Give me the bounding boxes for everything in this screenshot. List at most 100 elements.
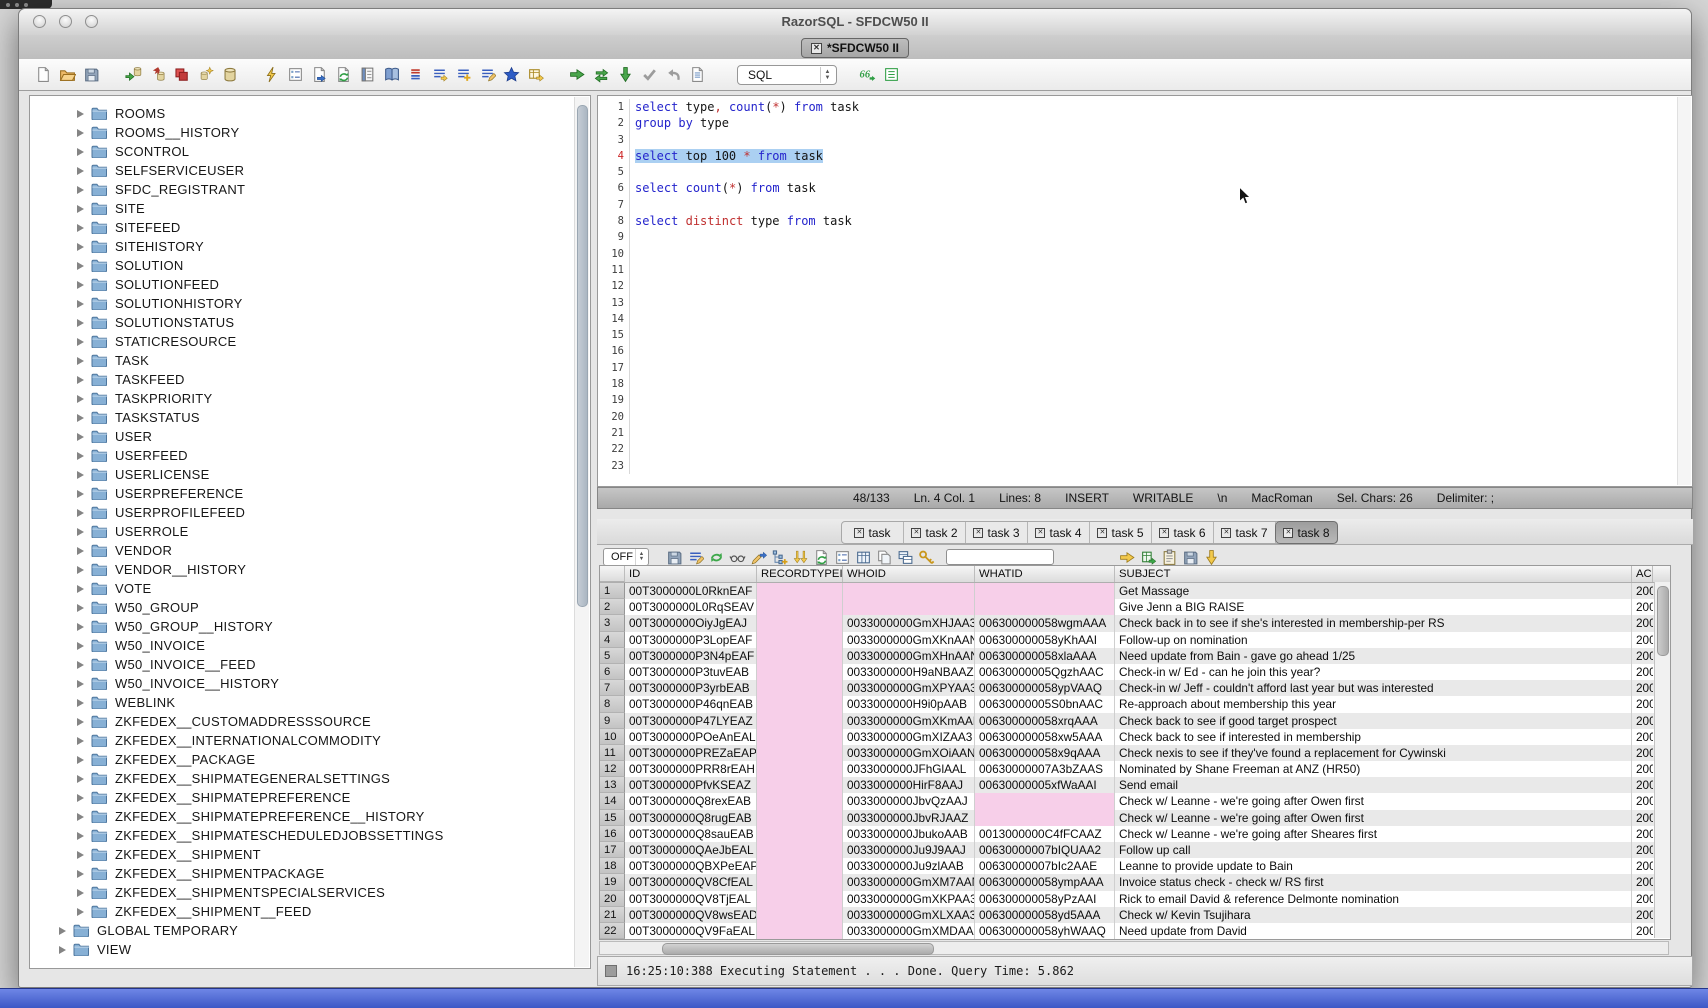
- grid-cell[interactable]: 0033000000GmXKPAA3: [843, 891, 975, 907]
- tree-item-table[interactable]: SOLUTIONFEED: [30, 275, 590, 294]
- sort-gold-icon[interactable]: [791, 548, 810, 567]
- tree-item-table[interactable]: W50_GROUP: [30, 598, 590, 617]
- grid-cell[interactable]: 00T3000000QV8wsEAD: [625, 907, 757, 923]
- table-row[interactable]: 1300T3000000PfvKSEAZ0033000000HirF8AAJ00…: [600, 777, 1670, 793]
- grid-cell[interactable]: 00T3000000P3yrbEAB: [625, 680, 757, 696]
- row-number-cell[interactable]: 6: [600, 664, 625, 680]
- disclosure-triangle-icon[interactable]: [77, 661, 84, 669]
- row-number-cell[interactable]: 21: [600, 907, 625, 923]
- disclosure-triangle-icon[interactable]: [77, 756, 84, 764]
- result-tab-task-5[interactable]: ✕task 5: [1090, 522, 1152, 543]
- grid-cell[interactable]: 00T3000000Q8rugEAB: [625, 810, 757, 826]
- run-statement-icon[interactable]: [565, 63, 589, 87]
- grid-cell[interactable]: 0033000000GmXPYAA3: [843, 680, 975, 696]
- grid-cell[interactable]: Need update from Bain - gave go ahead 1/…: [1115, 648, 1632, 664]
- arrow-down-gold-icon[interactable]: [1202, 548, 1221, 567]
- execute-lightning-icon[interactable]: [259, 63, 283, 87]
- row-number-cell[interactable]: 15: [600, 810, 625, 826]
- grid-cell[interactable]: 00T3000000PRR8rEAH: [625, 761, 757, 777]
- grid-cell[interactable]: 200: [1632, 923, 1653, 939]
- tree-item-table[interactable]: VENDOR: [30, 541, 590, 560]
- tree-item-table[interactable]: SOLUTION: [30, 256, 590, 275]
- save-file-icon[interactable]: [1181, 548, 1200, 567]
- tree-item-table[interactable]: TASKFEED: [30, 370, 590, 389]
- grid-cell[interactable]: 0033000000GmXKnAAN: [843, 632, 975, 648]
- grid-cell[interactable]: 200: [1632, 745, 1653, 761]
- result-tab-task-3[interactable]: ✕task 3: [966, 522, 1028, 543]
- tree-item-table[interactable]: USERPROFILEFEED: [30, 503, 590, 522]
- disclosure-triangle-icon[interactable]: [77, 528, 84, 536]
- close-tab-icon[interactable]: ✕: [854, 528, 864, 538]
- tree-item-table[interactable]: ROOMS__HISTORY: [30, 123, 590, 142]
- list-red-icon[interactable]: [403, 63, 427, 87]
- grid-cell[interactable]: 200: [1632, 874, 1653, 890]
- tree-item-table[interactable]: ZKFEDEX__PACKAGE: [30, 750, 590, 769]
- tree-item-table[interactable]: W50_INVOICE: [30, 636, 590, 655]
- table-row[interactable]: 1500T3000000Q8rugEAB0033000000JbvRJAAZCh…: [600, 810, 1670, 826]
- grid-cell[interactable]: Nominated by Shane Freeman at ANZ (HR50): [1115, 761, 1632, 777]
- grid-cell[interactable]: 00630000007A3bZAAS: [975, 761, 1115, 777]
- disclosure-triangle-icon[interactable]: [77, 832, 84, 840]
- table-row[interactable]: 800T3000000P46qnEAB0033000000H9i0pAAB006…: [600, 696, 1670, 712]
- disclosure-triangle-icon[interactable]: [77, 224, 84, 232]
- grid-header-cell[interactable]: ID: [625, 566, 757, 582]
- grid-cell[interactable]: [757, 729, 843, 745]
- grid-vertical-scrollbar-thumb[interactable]: [1657, 586, 1669, 656]
- grid-cell[interactable]: 00T3000000QBXPeEAP: [625, 858, 757, 874]
- grid-cell[interactable]: Check w/ Leanne - we're going after Owen…: [1115, 793, 1632, 809]
- grid-cell[interactable]: [757, 923, 843, 939]
- grid-cell[interactable]: 200: [1632, 891, 1653, 907]
- tree-item-table[interactable]: TASKPRIORITY: [30, 389, 590, 408]
- glasses-icon[interactable]: [728, 548, 747, 567]
- commit-icon[interactable]: [637, 63, 661, 87]
- disclosure-triangle-icon[interactable]: [77, 357, 84, 365]
- editor-line[interactable]: 13: [598, 295, 1692, 311]
- close-tab-icon[interactable]: ✕: [1097, 528, 1107, 538]
- editor-line[interactable]: 3: [598, 132, 1692, 148]
- grid-cell[interactable]: 00T3000000P3tuvEAB: [625, 664, 757, 680]
- table-row[interactable]: 2000T3000000QV8TjEAL0033000000GmXKPAA300…: [600, 891, 1670, 907]
- list-add-icon[interactable]: [451, 63, 475, 87]
- grid-cell[interactable]: 0033000000GmXHJAA3: [843, 615, 975, 631]
- grid-cell[interactable]: [757, 583, 843, 599]
- row-number-cell[interactable]: 3: [600, 615, 625, 631]
- rollback-icon[interactable]: [661, 63, 685, 87]
- editor-line[interactable]: 11: [598, 262, 1692, 278]
- editor-line[interactable]: 9: [598, 229, 1692, 245]
- book-icon[interactable]: [379, 63, 403, 87]
- tree-item-table[interactable]: W50_GROUP__HISTORY: [30, 617, 590, 636]
- grid-cell[interactable]: 200: [1632, 907, 1653, 923]
- grid-cell[interactable]: 200: [1632, 858, 1653, 874]
- grid-header-cell[interactable]: WHOID: [843, 566, 975, 582]
- grid-cell[interactable]: 00T3000000P47LYEAZ: [625, 713, 757, 729]
- grid-horizontal-scrollbar[interactable]: [599, 941, 1669, 955]
- grid-cell[interactable]: 00T3000000Q8sauEAB: [625, 826, 757, 842]
- grid-cell[interactable]: 00T3000000PREZaEAP: [625, 745, 757, 761]
- close-tab-icon[interactable]: ✕: [911, 528, 921, 538]
- table-row[interactable]: 1600T3000000Q8sauEAB0033000000JbukoAAB00…: [600, 826, 1670, 842]
- row-number-cell[interactable]: 13: [600, 777, 625, 793]
- edit-arrow-icon[interactable]: [749, 548, 768, 567]
- grid-cell[interactable]: 200: [1632, 729, 1653, 745]
- disclosure-triangle-icon[interactable]: [77, 262, 84, 270]
- grid-cell[interactable]: Need update from David: [1115, 923, 1632, 939]
- document-tab[interactable]: ✕ *SFDCW50 II: [801, 38, 909, 58]
- row-number-cell[interactable]: 9: [600, 713, 625, 729]
- grid-cell[interactable]: 0033000000Ju9zlAAB: [843, 858, 975, 874]
- grid-cell[interactable]: 200: [1632, 664, 1653, 680]
- row-number-cell[interactable]: 12: [600, 761, 625, 777]
- row-number-cell[interactable]: 18: [600, 858, 625, 874]
- tree-item-table[interactable]: ZKFEDEX__SHIPMENTPACKAGE: [30, 864, 590, 883]
- grid-cell[interactable]: 00T3000000P3N4pEAF: [625, 648, 757, 664]
- disclosure-triangle-icon[interactable]: [77, 167, 84, 175]
- tree-item-table[interactable]: ZKFEDEX__SHIPMENT: [30, 845, 590, 864]
- tree-item-table[interactable]: ZKFEDEX__SHIPMATEPREFERENCE: [30, 788, 590, 807]
- editor-line[interactable]: 12: [598, 278, 1692, 294]
- row-number-cell[interactable]: 14: [600, 793, 625, 809]
- editor-line[interactable]: 20: [598, 409, 1692, 425]
- editor-line[interactable]: 8select distinct type from task: [598, 213, 1692, 229]
- save-file-icon[interactable]: [79, 63, 103, 87]
- import-green-icon[interactable]: [1139, 548, 1158, 567]
- grid-cell[interactable]: [757, 680, 843, 696]
- grid-cell[interactable]: 00T3000000QV9FaEAL: [625, 923, 757, 939]
